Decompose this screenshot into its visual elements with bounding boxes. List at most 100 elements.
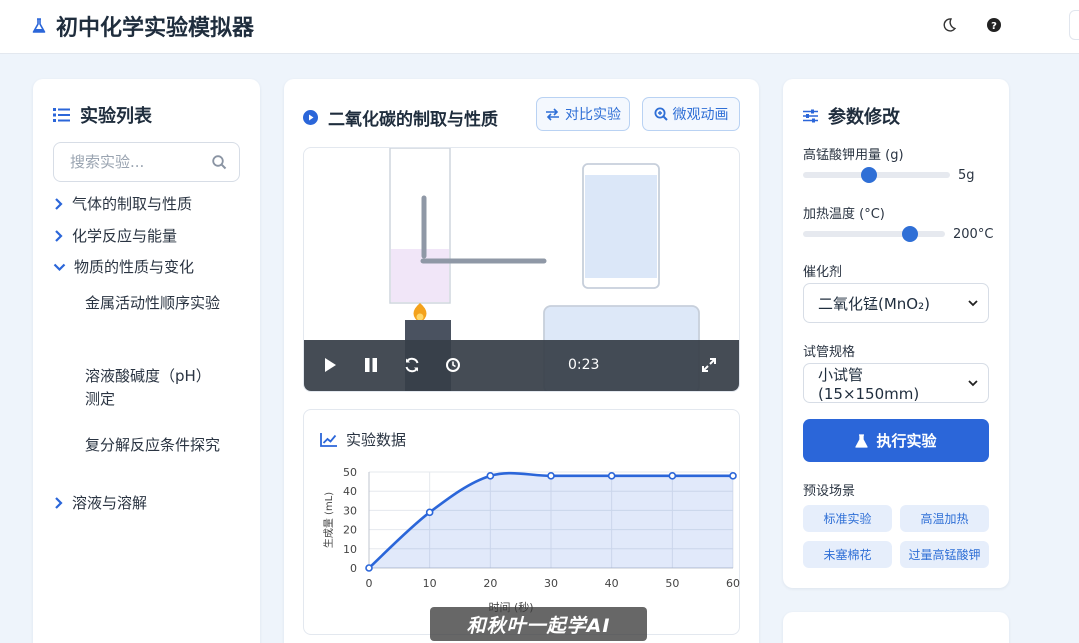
- presets-label: 预设场景: [803, 484, 856, 499]
- fullscreen-button[interactable]: [698, 354, 720, 376]
- y-tick-label: 30: [343, 504, 357, 517]
- category-solution[interactable]: 溶液与溶解: [53, 492, 147, 513]
- pause-icon: [365, 358, 377, 372]
- user-menu-button[interactable]: [1069, 10, 1079, 40]
- pause-button[interactable]: [360, 354, 382, 376]
- data-point: [607, 472, 616, 480]
- category-gas[interactable]: 气体的制取与性质: [53, 193, 192, 214]
- list-icon: [53, 108, 70, 122]
- flame-core: [416, 313, 424, 321]
- search-box[interactable]: [53, 142, 240, 182]
- x-tick-label: 40: [605, 577, 619, 590]
- video-controls: 0:23: [304, 340, 739, 391]
- category-label: 气体的制取与性质: [72, 195, 193, 213]
- moon-icon[interactable]: [937, 13, 961, 37]
- reset-button[interactable]: [401, 354, 423, 376]
- experiment-data-card: 实验数据 010203040506001020304050时间 (秒)生成量 (…: [303, 409, 740, 635]
- y-axis-label: 生成量 (mL): [322, 492, 335, 548]
- tube-size-label: 试管规格: [803, 345, 856, 360]
- experiment-title: 二氧化碳的制取与性质: [328, 110, 498, 130]
- x-tick-label: 60: [726, 577, 740, 590]
- preset-excess-kmno4[interactable]: 过量高锰酸钾: [900, 541, 989, 568]
- sliders-icon: [803, 109, 818, 123]
- app-title: 初中化学实验模拟器: [32, 10, 254, 42]
- sync-icon: [405, 357, 419, 373]
- compare-label: 对比实验: [565, 107, 621, 123]
- experiment-item-ph[interactable]: 溶液酸碱度（pH）测定: [85, 365, 225, 411]
- compare-experiment-button[interactable]: 对比实验: [536, 97, 630, 131]
- data-point: [425, 508, 434, 517]
- parameter-title: 参数修改: [828, 107, 900, 128]
- preset-standard[interactable]: 标准实验: [803, 505, 892, 532]
- kmno4-slider[interactable]: [803, 167, 950, 183]
- watermark: 和秋叶一起学AI: [430, 607, 647, 641]
- x-tick-label: 10: [423, 577, 437, 590]
- gas-jar-water: [585, 175, 657, 278]
- svg-text:?: ?: [991, 21, 997, 32]
- parameter-header: 参数修改: [803, 103, 900, 129]
- video-time: 0:23: [568, 357, 600, 373]
- data-point: [729, 472, 737, 480]
- y-tick-label: 10: [343, 543, 357, 556]
- catalyst-selected: 二氧化锰(MnO₂): [818, 294, 930, 313]
- help-icon[interactable]: ?: [982, 13, 1006, 37]
- experiment-list-header: 实验列表: [53, 102, 152, 128]
- chevron-right-icon: [55, 197, 63, 210]
- catalyst-select[interactable]: 二氧化锰(MnO₂): [803, 283, 989, 323]
- test-tube-reagent: [391, 249, 449, 302]
- temperature-label: 加热温度 (°C): [803, 207, 885, 222]
- temperature-value: 200°C: [953, 227, 994, 242]
- data-point: [365, 564, 373, 572]
- temperature-slider[interactable]: [803, 226, 945, 242]
- clock-icon: [446, 358, 460, 372]
- kmno4-label: 高锰酸钾用量 (g): [803, 148, 904, 163]
- x-tick-label: 30: [544, 577, 558, 590]
- y-tick-label: 20: [343, 524, 357, 537]
- app-title-text: 初中化学实验模拟器: [56, 16, 255, 41]
- data-point: [547, 472, 555, 480]
- gas-volume-chart: 010203040506001020304050时间 (秒)生成量 (mL): [322, 466, 740, 614]
- chevron-right-icon: [55, 229, 63, 242]
- tube-size-select[interactable]: 小试管 (15×150mm): [803, 363, 989, 403]
- preset-high-temp[interactable]: 高温加热: [900, 505, 989, 532]
- temperature-slider-thumb[interactable]: [901, 226, 918, 242]
- parameter-panel: 参数修改 高锰酸钾用量 (g) 5g 加热温度 (°C) 200°C 催化剂 二…: [783, 79, 1009, 588]
- series-area: [369, 473, 733, 568]
- play-button[interactable]: [319, 354, 341, 376]
- x-tick-label: 50: [665, 577, 679, 590]
- expand-icon: [702, 358, 716, 372]
- play-circle-icon: [303, 110, 318, 125]
- experiment-list-title: 实验列表: [80, 106, 152, 127]
- flask-icon: [855, 433, 869, 448]
- search-icon[interactable]: [212, 154, 227, 170]
- category-label: 物质的性质与变化: [74, 258, 195, 276]
- run-experiment-label: 执行实验: [876, 432, 937, 450]
- category-reaction-energy[interactable]: 化学反应与能量: [53, 225, 177, 246]
- micro-label: 微观动画: [672, 107, 729, 123]
- experiment-item-metal-activity[interactable]: 金属活动性顺序实验: [85, 292, 225, 315]
- search-input[interactable]: [70, 153, 212, 171]
- run-experiment-button[interactable]: 执行实验: [803, 419, 989, 462]
- catalyst-label: 催化剂: [803, 265, 843, 280]
- experiment-panel: 二氧化碳的制取与性质 对比实验 微观动画 0:23 实验数据 0 10 20 3…: [284, 79, 759, 643]
- chevron-right-icon: [55, 496, 63, 509]
- timer-button[interactable]: [442, 354, 464, 376]
- zoom-icon: [654, 107, 668, 121]
- experiment-item-double-decomposition[interactable]: 复分解反应条件探究: [85, 434, 225, 457]
- play-icon: [325, 358, 336, 372]
- category-properties[interactable]: 物质的性质与变化: [53, 256, 194, 277]
- experiment-animation[interactable]: 0:23: [303, 147, 740, 392]
- x-tick-label: 20: [483, 577, 497, 590]
- experiment-list-panel: 实验列表 气体的制取与性质 化学反应与能量 物质的性质与变化 金属活动性顺序实验…: [33, 79, 260, 643]
- experiment-header: 二氧化碳的制取与性质: [303, 105, 498, 130]
- data-point: [486, 472, 495, 480]
- kmno4-slider-thumb[interactable]: [861, 167, 878, 183]
- preset-no-cotton[interactable]: 未塞棉花: [803, 541, 892, 568]
- chevron-down-icon: [968, 379, 978, 386]
- flask-icon: [32, 18, 46, 33]
- micro-animation-button[interactable]: 微观动画: [642, 97, 740, 131]
- y-tick-label: 40: [343, 485, 357, 498]
- y-tick-label: 50: [343, 466, 357, 479]
- kmno4-value: 5g: [958, 168, 975, 183]
- tube-size-selected: 小试管 (15×150mm): [818, 365, 920, 403]
